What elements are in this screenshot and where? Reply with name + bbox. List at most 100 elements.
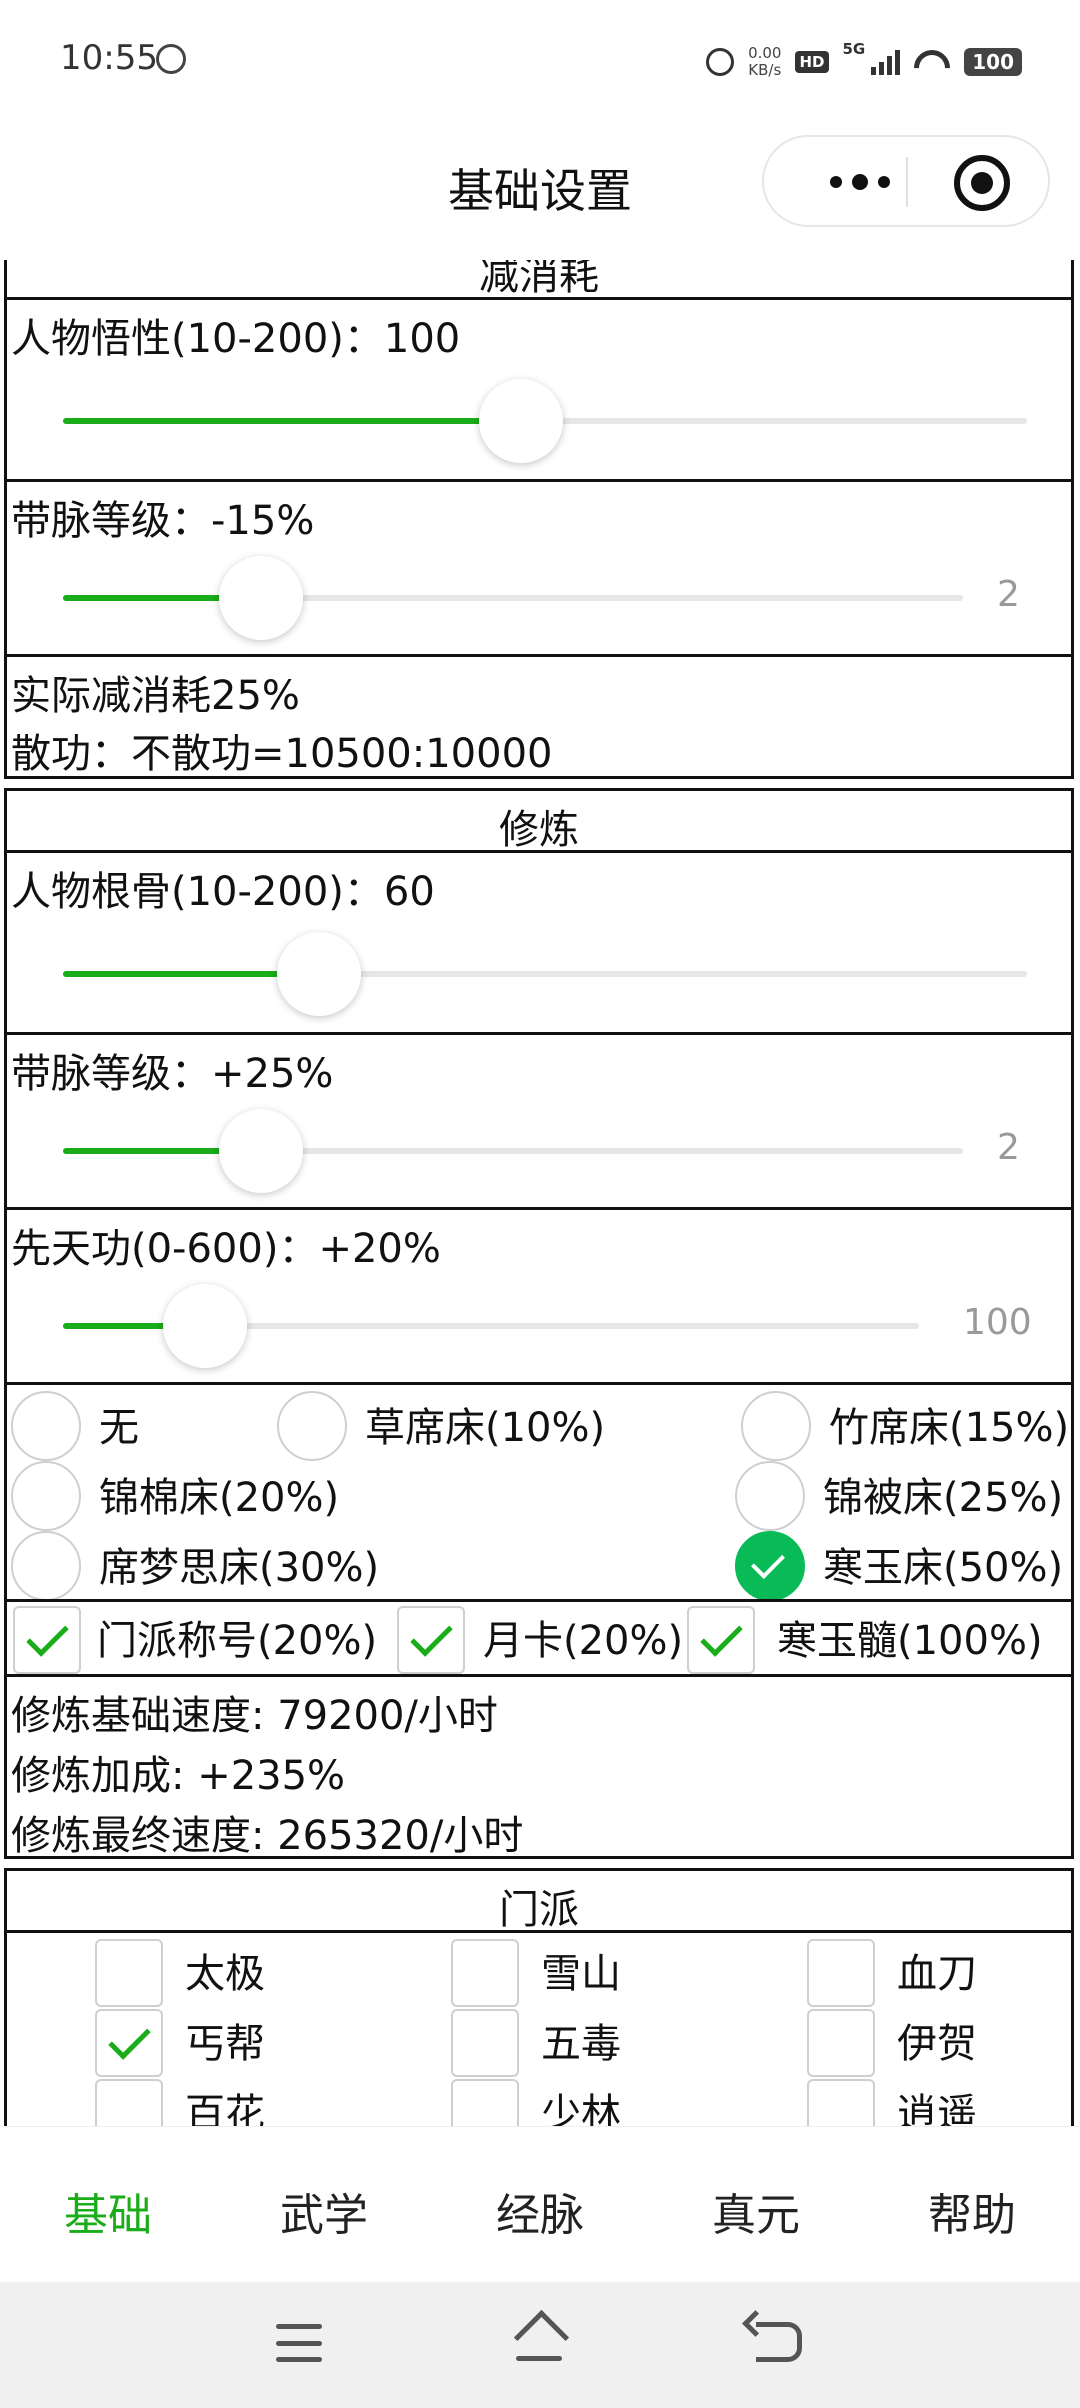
sect-label-3[interactable]: 丐帮 [185, 2011, 265, 2069]
tab-basic[interactable]: 基础 [8, 2179, 208, 2243]
signal-icon [871, 49, 901, 75]
mini-program-capsule [762, 135, 1050, 227]
daimai-reduce-value: 2 [997, 574, 1020, 615]
bonus-checkbox-0[interactable] [13, 1606, 81, 1674]
daimai-reduce-slider-fill [63, 595, 225, 601]
tab-martial-arts[interactable]: 武学 [224, 2179, 424, 2243]
section-sect-title: 门派 [499, 1887, 579, 1933]
bed-radio-5[interactable] [11, 1531, 81, 1601]
net-speed-unit: KB/s [748, 61, 782, 79]
sect-checkbox-1[interactable] [451, 1939, 519, 2007]
sect-checkbox-0[interactable] [95, 1939, 163, 2007]
xiantian-slider-thumb[interactable] [163, 1284, 247, 1368]
train-bonus: 修炼加成: +235% [11, 1753, 346, 1799]
sect-label-4[interactable]: 五毒 [541, 2011, 621, 2069]
dnd-icon [156, 44, 186, 74]
daimai-reduce-slider-thumb[interactable] [219, 556, 303, 640]
xiantian-slider[interactable] [63, 1284, 919, 1368]
back-icon[interactable] [756, 2322, 802, 2362]
sect-checkbox-6[interactable] [95, 2079, 163, 2126]
xiantian-row: 先天功(0-600)：+20% 100 [4, 1207, 1074, 1385]
status-bar: 10:55 0.00 KB/s HD 5G 100 [0, 0, 1080, 125]
bed-radio-4[interactable] [735, 1461, 805, 1531]
sect-label-1[interactable]: 雪山 [541, 1941, 621, 1999]
bonus-checkbox-1[interactable] [397, 1606, 465, 1674]
wuxing-slider[interactable] [63, 379, 1027, 463]
bed-label-1[interactable]: 草席床(10%) [365, 1395, 605, 1453]
bonus-checkbox-2[interactable] [687, 1606, 755, 1674]
sect-label-5[interactable]: 伊贺 [897, 2011, 977, 2069]
xiantian-slider-fill [63, 1323, 167, 1329]
sect-checkbox-2[interactable] [807, 1939, 875, 2007]
gengu-slider[interactable] [63, 932, 1027, 1016]
train-base-speed: 修炼基础速度: 79200/小时 [11, 1693, 498, 1739]
status-icons: 0.00 KB/s HD 5G 100 [706, 40, 1022, 84]
wuxing-slider-thumb[interactable] [479, 379, 563, 463]
section-sect-header: 门派 [4, 1868, 1074, 1933]
gengu-slider-thumb[interactable] [277, 932, 361, 1016]
net-speed: 0.00 KB/s [748, 45, 781, 79]
tab-help[interactable]: 帮助 [872, 2179, 1072, 2243]
status-time: 10:55 [60, 38, 158, 78]
gengu-label: 人物根骨(10-200)：60 [11, 869, 435, 915]
sect-checkbox-7[interactable] [451, 2079, 519, 2126]
bed-radio-1[interactable] [277, 1391, 347, 1461]
reduce-summary-line1: 实际减消耗25% [11, 673, 300, 719]
settings-content[interactable]: 减消耗 人物悟性(10-200)：100 带脉等级：-15% 2 实际减消耗25… [0, 260, 1080, 2126]
bed-radio-3[interactable] [11, 1461, 81, 1531]
wifi-icon [914, 48, 950, 76]
daimai-train-row: 带脉等级：+25% 2 [4, 1032, 1074, 1210]
system-nav-bar [0, 2282, 1080, 2408]
wuxing-row: 人物悟性(10-200)：100 [4, 297, 1074, 482]
bed-radio-group: 无 草席床(10%) 竹席床(15%) 锦棉床(20%) 锦被床(25%) 席梦… [4, 1382, 1074, 1602]
tab-true-essence[interactable]: 真元 [656, 2179, 856, 2243]
daimai-train-slider-fill [63, 1148, 225, 1154]
sect-label-2[interactable]: 血刀 [897, 1941, 977, 1999]
sect-label-0[interactable]: 太极 [185, 1941, 265, 1999]
sect-label-7[interactable]: 少林 [541, 2081, 621, 2126]
bonus-label-0[interactable]: 门派称号(20%) [97, 1608, 377, 1666]
home-icon[interactable] [512, 2316, 566, 2366]
daimai-reduce-row: 带脉等级：-15% 2 [4, 479, 1074, 657]
more-icon[interactable] [800, 157, 920, 207]
menu-icon[interactable] [276, 2324, 322, 2362]
bonus-checkbox-row: 门派称号(20%) 月卡(20%) 寒玉髓(100%) [4, 1599, 1074, 1677]
sect-label-8[interactable]: 逍遥 [897, 2081, 977, 2126]
bed-label-2[interactable]: 竹席床(15%) [829, 1395, 1069, 1453]
bed-label-4[interactable]: 锦被床(25%) [823, 1465, 1063, 1523]
sect-checkbox-4[interactable] [451, 2009, 519, 2077]
sect-checkbox-grid: 太极 雪山 血刀 丐帮 五毒 伊贺 百花 少林 逍遥 [4, 1930, 1074, 2126]
section-train-title: 修炼 [499, 807, 579, 853]
bed-label-5[interactable]: 席梦思床(30%) [99, 1535, 379, 1593]
daimai-train-slider-thumb[interactable] [219, 1109, 303, 1193]
hd-icon: HD [795, 51, 829, 73]
bed-radio-6[interactable] [735, 1531, 805, 1601]
bed-label-0[interactable]: 无 [99, 1395, 139, 1453]
xiantian-label: 先天功(0-600)：+20% [11, 1226, 441, 1272]
tab-meridians[interactable]: 经脉 [440, 2179, 640, 2243]
bed-label-3[interactable]: 锦棉床(20%) [99, 1465, 339, 1523]
wuxing-slider-fill [63, 418, 521, 424]
daimai-reduce-label: 带脉等级：-15% [11, 498, 315, 544]
bed-label-6[interactable]: 寒玉床(50%) [823, 1535, 1063, 1593]
bed-radio-0[interactable] [11, 1391, 81, 1461]
sect-checkbox-3[interactable] [95, 2009, 163, 2077]
daimai-train-label: 带脉等级：+25% [11, 1051, 334, 1097]
bottom-tab-bar: 基础 武学 经脉 真元 帮助 [0, 2126, 1080, 2283]
daimai-train-slider[interactable] [63, 1109, 963, 1193]
network-type: 5G [842, 40, 866, 58]
reduce-summary: 实际减消耗25% 散功：不散功=10500:10000 [4, 654, 1074, 779]
alarm-icon [706, 48, 735, 76]
close-target-icon[interactable] [954, 155, 1010, 211]
sect-checkbox-8[interactable] [807, 2079, 875, 2126]
net-speed-value: 0.00 [748, 44, 782, 62]
bonus-label-2[interactable]: 寒玉髓(100%) [777, 1608, 1043, 1666]
daimai-reduce-slider[interactable] [63, 556, 963, 640]
bonus-label-1[interactable]: 月卡(20%) [483, 1608, 683, 1666]
nav-bar: 基础设置 [0, 125, 1080, 260]
sect-checkbox-5[interactable] [807, 2009, 875, 2077]
daimai-train-value: 2 [997, 1127, 1020, 1168]
section-reduce-header: 减消耗 [4, 260, 1074, 300]
bed-radio-2[interactable] [741, 1391, 811, 1461]
sect-label-6[interactable]: 百花 [185, 2081, 265, 2126]
